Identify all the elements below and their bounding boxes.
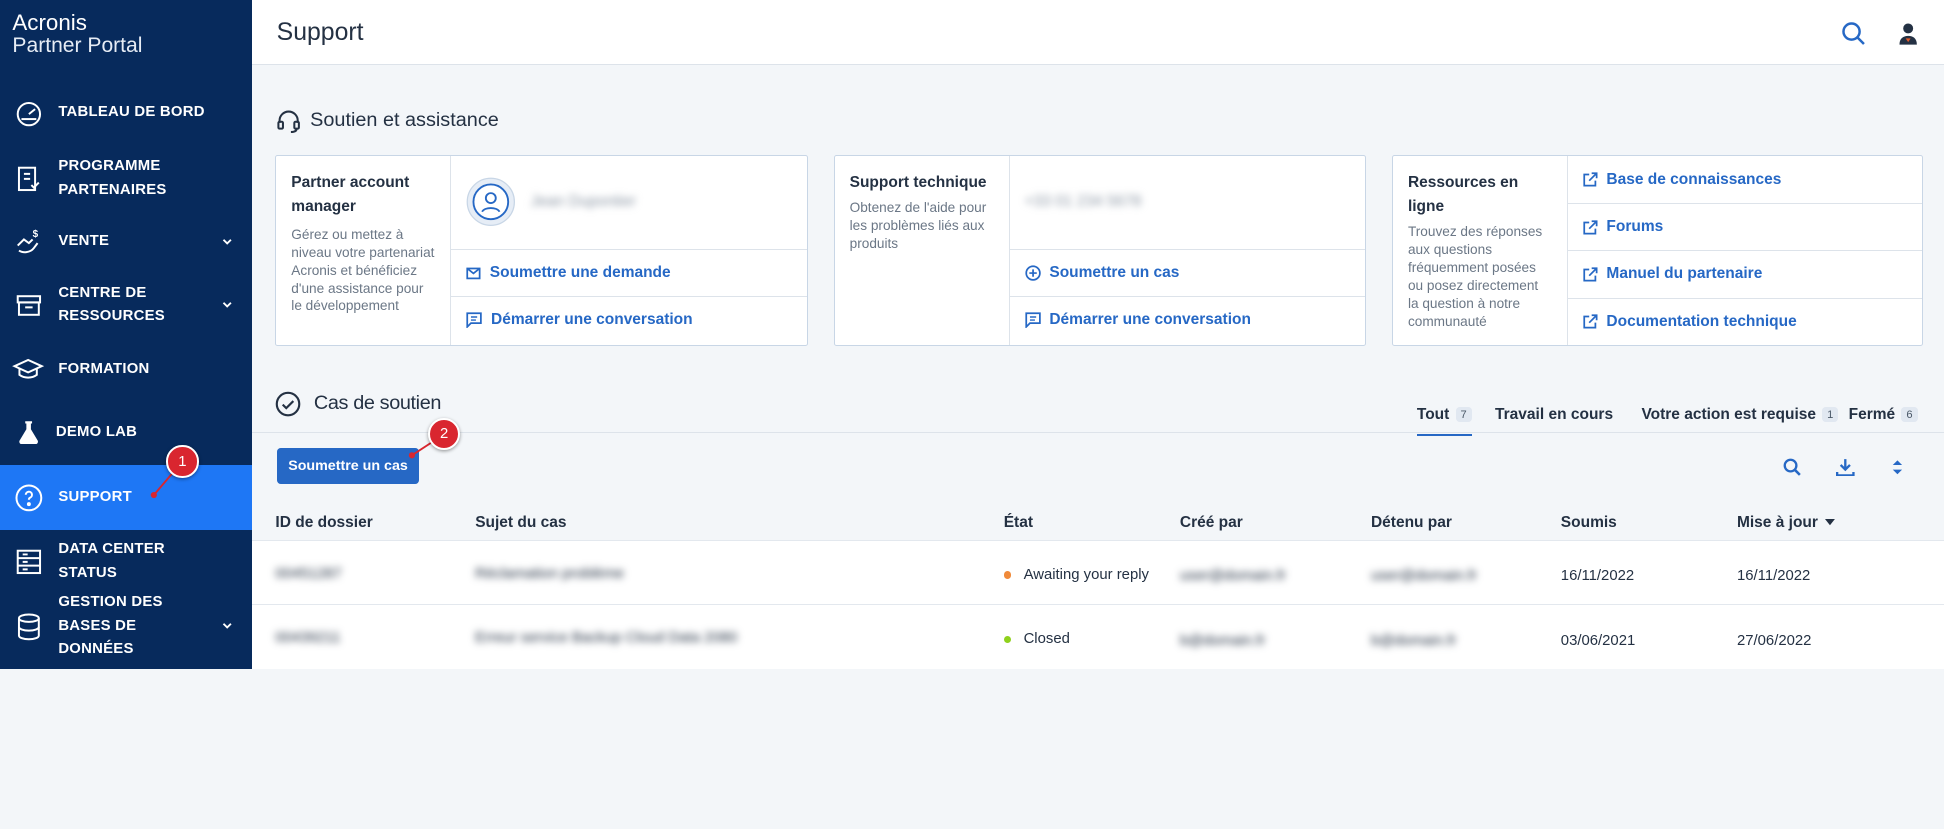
annotation-lines — [150, 433, 445, 499]
annotation-marker-1: 1 — [166, 445, 199, 478]
